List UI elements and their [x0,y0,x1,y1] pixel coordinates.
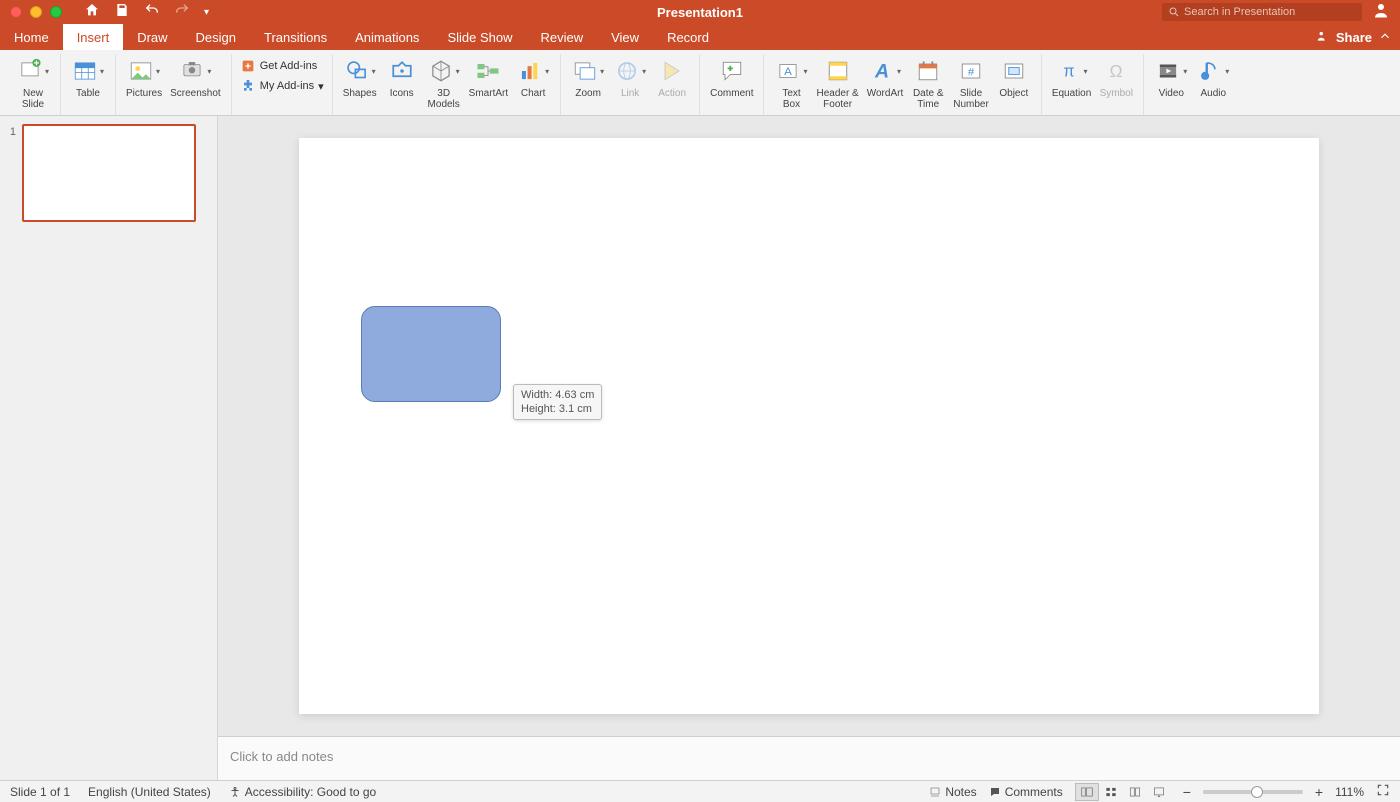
workarea: 1 Width: 4.63 cm Height: 3.1 cm Click to… [0,116,1400,780]
undo-icon[interactable] [144,2,160,23]
collapse-ribbon-icon[interactable] [1378,29,1392,46]
equation-button[interactable]: π▾ Equation [1048,54,1095,101]
tab-transitions[interactable]: Transitions [250,24,341,50]
tab-design[interactable]: Design [182,24,250,50]
tooltip-width: Width: 4.63 cm [521,388,594,402]
icons-button[interactable]: Icons [381,54,423,101]
quick-access-toolbar: ▾ [84,2,209,23]
zoom-slider[interactable] [1203,790,1303,794]
screenshot-button[interactable]: ▾ Screenshot [166,54,225,101]
thumb-number: 1 [4,124,16,222]
svg-text:#: # [968,66,975,78]
action-button[interactable]: Action [651,54,693,101]
minimize-window[interactable] [30,6,42,18]
share-person-icon [1316,29,1330,46]
status-language[interactable]: English (United States) [88,785,211,799]
get-addins-button[interactable]: Get Add-ins [240,58,324,74]
header-footer-button[interactable]: Header & Footer [812,54,862,112]
qat-customize-icon[interactable]: ▾ [204,7,209,18]
zoom-out-button[interactable]: − [1183,784,1191,800]
my-addins-button[interactable]: My Add-ins ▾ [240,78,324,94]
zoom-in-button[interactable]: + [1315,784,1323,800]
tab-home[interactable]: Home [0,24,63,50]
slide-thumbnails-pane[interactable]: 1 [0,116,218,780]
comments-icon [989,786,1001,798]
symbol-button[interactable]: Ω Symbol [1095,54,1137,101]
sorter-view-button[interactable] [1099,783,1123,801]
accessibility-icon [229,786,241,798]
audio-button[interactable]: ▾ Audio [1192,54,1234,101]
document-title: Presentation1 [657,5,743,20]
reading-view-button[interactable] [1123,783,1147,801]
3d-models-button[interactable]: ▾ 3D Models [423,54,465,112]
video-button[interactable]: ▾ Video [1150,54,1192,101]
view-buttons [1075,783,1171,801]
svg-text:π: π [1063,63,1074,81]
wordart-button[interactable]: A▾ WordArt [863,54,908,101]
slide[interactable]: Width: 4.63 cm Height: 3.1 cm [299,138,1319,714]
status-comments-button[interactable]: Comments [989,785,1063,799]
table-button[interactable]: ▾ Table [67,54,109,101]
shapes-button[interactable]: ▾ Shapes [339,54,381,101]
notes-icon [929,786,941,798]
status-bar: Slide 1 of 1 English (United States) Acc… [0,780,1400,802]
account-icon[interactable] [1372,1,1390,24]
zoom-button[interactable]: ▾ Zoom [567,54,609,101]
notes-placeholder: Click to add notes [230,749,333,764]
tab-record[interactable]: Record [653,24,723,50]
rounded-rectangle-shape[interactable] [361,306,501,402]
datetime-button[interactable]: Date & Time [907,54,949,112]
tab-insert[interactable]: Insert [63,24,124,50]
ribbon-tabs: Home Insert Draw Design Transitions Anim… [0,24,1400,50]
redo-icon[interactable] [174,2,190,23]
notes-pane[interactable]: Click to add notes [218,736,1400,780]
save-icon[interactable] [114,2,130,23]
tab-animations[interactable]: Animations [341,24,433,50]
status-slide-indicator[interactable]: Slide 1 of 1 [10,785,70,799]
search-icon [1168,6,1180,18]
tab-draw[interactable]: Draw [123,24,181,50]
object-button[interactable]: Object [993,54,1035,101]
slideshow-view-button[interactable] [1147,783,1171,801]
svg-text:A: A [785,66,793,78]
titlebar: ▾ Presentation1 Search in Presentation [0,0,1400,24]
svg-text:Ω: Ω [1110,61,1123,81]
normal-view-button[interactable] [1075,783,1099,801]
zoom-level[interactable]: 111% [1335,785,1364,799]
window-controls [0,6,62,18]
maximize-window[interactable] [50,6,62,18]
tab-review[interactable]: Review [526,24,597,50]
slide-thumbnail-1[interactable] [22,124,196,222]
close-window[interactable] [10,6,22,18]
ribbon: ▾ New Slide ▾ Table ▾ Pictures ▾ Screens… [0,50,1400,116]
comment-button[interactable]: Comment [706,54,757,101]
pictures-button[interactable]: ▾ Pictures [122,54,166,101]
fit-to-window-button[interactable] [1376,783,1390,800]
search-input[interactable]: Search in Presentation [1162,3,1362,21]
svg-text:A: A [874,60,889,82]
smartart-button[interactable]: SmartArt [465,54,512,101]
tab-slideshow[interactable]: Slide Show [433,24,526,50]
tooltip-height: Height: 3.1 cm [521,402,594,416]
home-icon[interactable] [84,2,100,23]
new-slide-button[interactable]: ▾ New Slide [12,54,54,112]
textbox-button[interactable]: A▾ Text Box [770,54,812,112]
tab-view[interactable]: View [597,24,653,50]
link-button[interactable]: ▾ Link [609,54,651,101]
slide-canvas-area[interactable]: Width: 4.63 cm Height: 3.1 cm [218,116,1400,736]
slide-number-button[interactable]: # Slide Number [949,54,993,112]
status-notes-button[interactable]: Notes [929,785,976,799]
chart-button[interactable]: ▾ Chart [512,54,554,101]
share-button[interactable]: Share [1336,30,1372,45]
status-accessibility[interactable]: Accessibility: Good to go [229,785,376,799]
search-placeholder: Search in Presentation [1184,6,1295,18]
size-tooltip: Width: 4.63 cm Height: 3.1 cm [513,384,602,420]
